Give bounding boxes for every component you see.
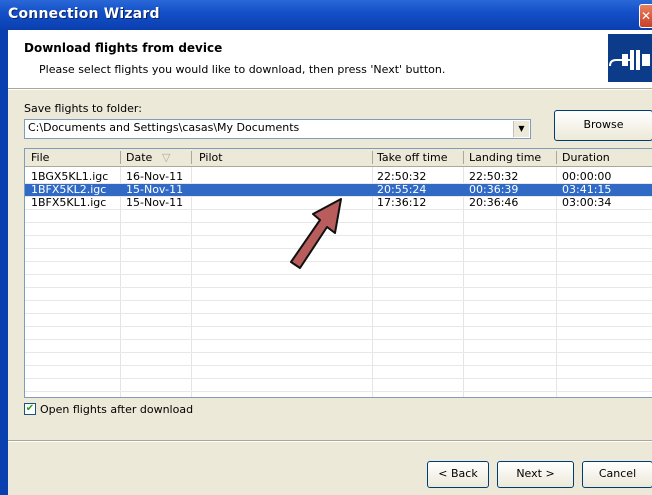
cancel-button[interactable]: Cancel: [582, 461, 652, 488]
back-button[interactable]: < Back: [427, 461, 489, 488]
next-button[interactable]: Next >: [497, 461, 574, 488]
open-after-download-label: Open flights after download: [40, 403, 194, 416]
open-after-download-checkbox[interactable]: ✔: [24, 403, 36, 415]
annotation-arrow-icon: [290, 198, 342, 269]
footer-divider: [8, 440, 652, 442]
